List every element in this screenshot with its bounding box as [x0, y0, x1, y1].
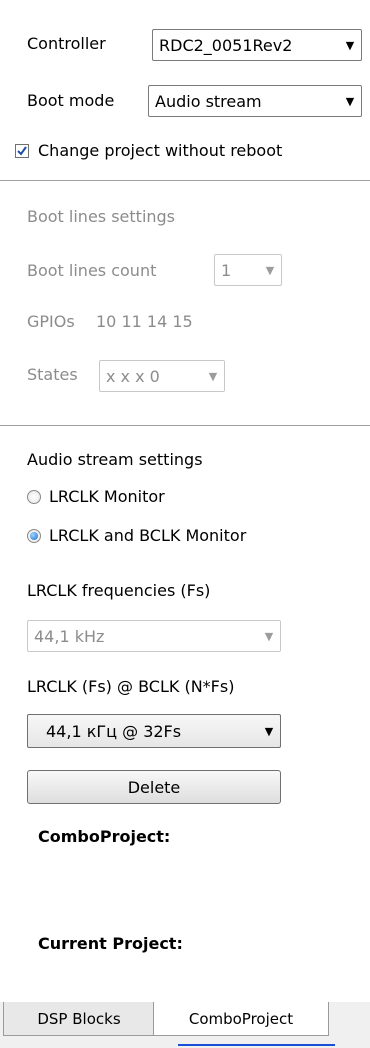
checkmark-icon: [17, 146, 27, 156]
delete-button[interactable]: Delete: [27, 770, 281, 804]
active-tab-indicator: [178, 1044, 335, 1046]
boot-mode-select[interactable]: Audio stream ▼: [148, 85, 362, 117]
states-select[interactable]: x x x 0 ▼: [99, 360, 225, 392]
lrclk-frequencies-select[interactable]: 44,1 kHz ▼: [27, 620, 281, 652]
tab-combo-project-label: ComboProject: [188, 1009, 294, 1028]
tab-combo-project[interactable]: ComboProject: [153, 1002, 329, 1036]
controller-label: Controller: [27, 34, 106, 53]
chevron-down-icon: ▼: [345, 38, 355, 52]
radio-selected-dot: [30, 532, 38, 540]
lrclk-bclk-label: LRCLK (Fs) @ BCLK (N*Fs): [27, 677, 235, 696]
boot-mode-label: Boot mode: [27, 91, 115, 110]
lrclk-frequencies-label: LRCLK frequencies (Fs): [27, 581, 211, 600]
chevron-down-icon: ▼: [345, 94, 355, 108]
chevron-down-icon: ▼: [265, 263, 275, 277]
boot-lines-count-select[interactable]: 1 ▼: [214, 254, 282, 286]
boot-lines-heading: Boot lines settings: [27, 207, 176, 226]
lrclk-bclk-select[interactable]: 44,1 кГц @ 32Fs ▼: [27, 714, 281, 748]
current-project-label: Current Project:: [38, 934, 183, 953]
tab-bar: DSP Blocks ComboProject: [0, 1002, 370, 1048]
change-project-label: Change project without reboot: [38, 141, 283, 160]
radio-lrclk-bclk-monitor-label: LRCLK and BCLK Monitor: [49, 526, 247, 545]
combo-project-label: ComboProject:: [38, 827, 171, 846]
change-project-checkbox[interactable]: [15, 144, 29, 158]
chevron-down-icon: ▼: [264, 724, 274, 738]
divider: [0, 425, 370, 426]
states-select-value: x x x 0: [106, 366, 160, 386]
boot-mode-select-value: Audio stream: [155, 91, 262, 111]
gpios-values: 10 11 14 15: [96, 312, 193, 331]
chevron-down-icon: ▼: [208, 369, 218, 383]
radio-lrclk-monitor-label: LRCLK Monitor: [49, 487, 165, 506]
audio-stream-heading: Audio stream settings: [27, 450, 203, 469]
radio-lrclk-monitor[interactable]: [27, 490, 41, 504]
tab-dsp-blocks-label: DSP Blocks: [37, 1009, 121, 1028]
radio-lrclk-bclk-monitor[interactable]: [27, 529, 41, 543]
tab-dsp-blocks[interactable]: DSP Blocks: [3, 1002, 155, 1036]
gpios-label: GPIOs: [27, 312, 75, 331]
controller-select-value: RDC2_0051Rev2: [159, 35, 293, 55]
lrclk-frequencies-value: 44,1 kHz: [34, 626, 105, 646]
delete-button-label: Delete: [127, 777, 181, 797]
divider: [0, 180, 370, 181]
states-label: States: [27, 365, 78, 384]
lrclk-bclk-value: 44,1 кГц @ 32Fs: [46, 721, 182, 741]
chevron-down-icon: ▼: [264, 629, 274, 643]
boot-lines-count-value: 1: [221, 260, 232, 280]
controller-select[interactable]: RDC2_0051Rev2 ▼: [152, 29, 362, 61]
boot-lines-count-label: Boot lines count: [27, 261, 157, 280]
